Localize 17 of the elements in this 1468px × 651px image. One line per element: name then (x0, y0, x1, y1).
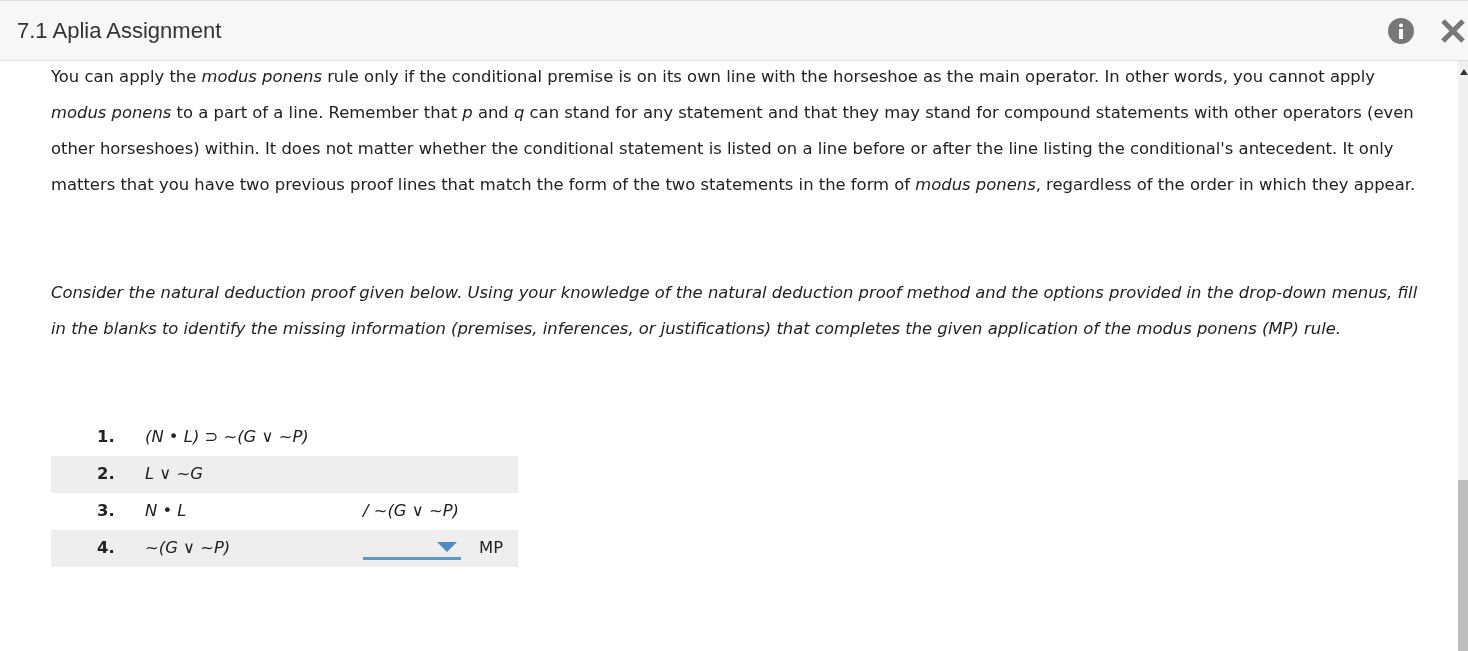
window-title: 7.1 Aplia Assignment (17, 17, 223, 45)
proof-statement: N • L (145, 500, 188, 523)
proof-statement: L ∨ ~G (145, 463, 204, 486)
conclusion-text: / ~(G ∨ ~P) (363, 500, 459, 523)
explanation-paragraph: You can apply the modus ponens rule only if the conditional premise is on its own line with the horseshoe as the main operator. In other words, you cannot apply modus ponens to a part of a line. Remember that p and q can stand for any statement and that they may stand for compound statements with other operators (even other horseshoes) within. It does not matter whether the conditional statement is listed on a line before or after the line listing the conditional's antecedent. It only matters that you have two previous proof lines that match the form of the two statements in the form of modus ponens, regardless of the order in which they appear. (51, 66, 1417, 196)
instructions-paragraph: Consider the natural deduction proof given below. Using your knowledge of the natural deduction proof method and the options provided in the drop-down menus, fill in the blanks to identify the missing information (premises, inferences, or justifications) that completes the given application of the modus ponens (MP) rule. (51, 282, 1418, 340)
info-icon[interactable] (1388, 17, 1414, 44)
line-number: 1. (96, 426, 116, 449)
line-number: 4. (96, 537, 116, 560)
dropdown-caret-icon (437, 542, 457, 552)
rule-text: MP (479, 537, 504, 560)
scroll-up-icon (1460, 69, 1468, 75)
line-number: 2. (96, 463, 116, 486)
close-icon[interactable] (1440, 17, 1466, 44)
line-number: 3. (96, 500, 116, 523)
proof-statement: (N • L) ⊃ ~(G ∨ ~P) (145, 426, 310, 449)
proof-statement: ~(G ∨ ~P) (145, 537, 232, 560)
